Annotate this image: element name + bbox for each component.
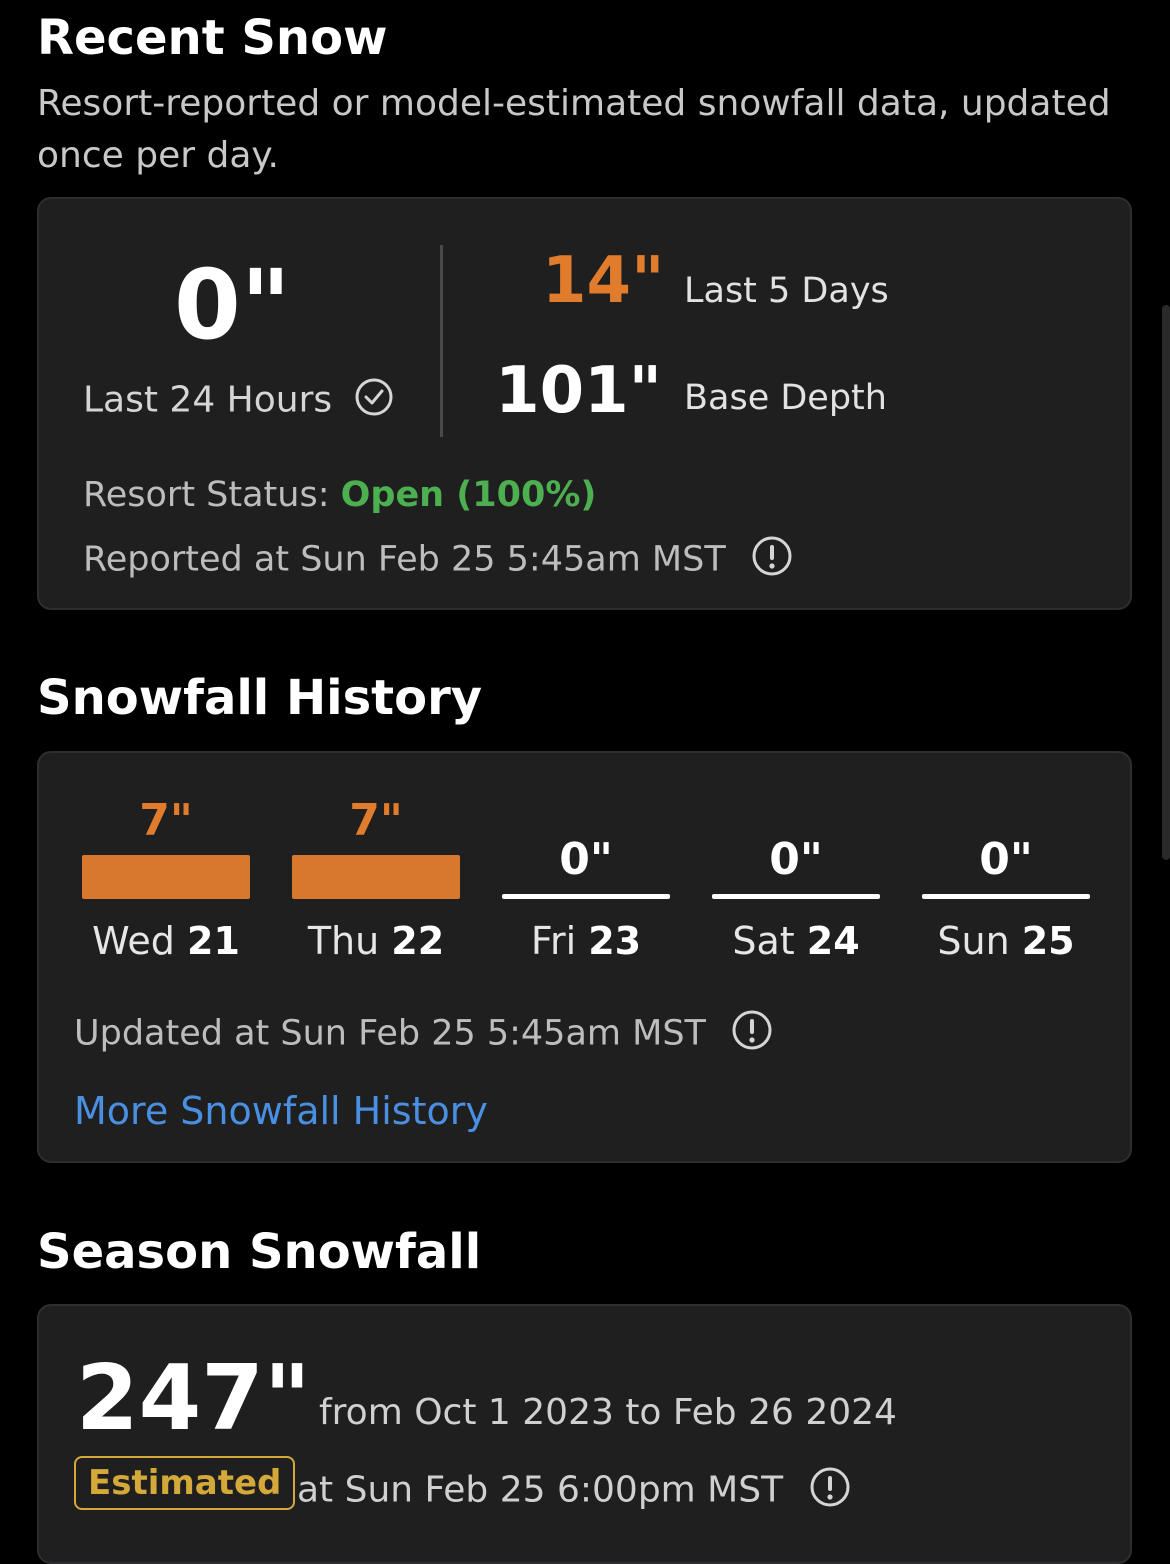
season-snowfall-value: 247" [76,1346,311,1451]
updated-row: Updated at Sun Feb 25 5:45am MST [74,1009,773,1060]
history-value: 7" [139,795,193,846]
reported-row: Reported at Sun Feb 25 5:45am MST [83,535,793,586]
estimated-badge: Estimated [74,1456,296,1510]
last-5-value: 14" [542,244,665,318]
recent-snow-subtitle: Resort-reported or model-estimated snowf… [37,83,1111,176]
history-day-date: 21 [187,919,240,963]
estimated-at-row: at Sun Feb 25 6:00pm MST [297,1466,851,1517]
season-snowfall-title: Season Snowfall [37,1224,482,1280]
recent-snow-title: Recent Snow [37,10,388,66]
snowfall-history-card: 7" Wed 21 7" Thu 22 0" Fri 23 0" Sat 24 0" Sun 25… [37,751,1132,1163]
history-value: 0" [769,834,823,885]
last-5-label: Last 5 Days [684,271,889,311]
history-day-label: Sun 25 [922,919,1090,963]
scrollbar[interactable] [1162,305,1170,860]
estimated-at-text: at Sun Feb 25 6:00pm MST [297,1469,784,1511]
history-day-name: Sun [937,919,1022,963]
history-day-date: 23 [588,919,642,963]
history-day-name: Fri [530,919,589,963]
stat-divider [440,245,443,437]
info-icon[interactable] [731,1009,773,1060]
history-value: 7" [349,795,403,846]
season-snowfall-card: 247" from Oct 1 2023 to Feb 26 2024 Esti… [37,1304,1132,1564]
history-day-label: Wed 21 [82,919,250,963]
history-bar [82,855,250,899]
history-day-date: 24 [806,919,860,963]
history-bar [292,855,460,899]
more-snowfall-history-link[interactable]: More Snowfall History [74,1089,488,1133]
history-day-label: Thu 22 [292,919,460,963]
history-day-date: 22 [391,919,445,963]
check-circle-icon[interactable] [354,377,394,426]
history-day-date: 25 [1021,919,1075,963]
reported-text: Reported at Sun Feb 25 5:45am MST [83,539,726,580]
history-day-name: Sat [732,919,807,963]
base-depth-value: 101" [495,354,662,428]
history-day-label: Fri 23 [502,919,670,963]
history-bar [502,894,670,899]
history-day-name: Thu [307,919,392,963]
history-value: 0" [559,834,613,885]
resort-status-row: Resort Status: Open (100%) [83,475,596,515]
base-depth-label: Base Depth [684,378,887,418]
resort-status-label: Resort Status: [83,475,330,515]
info-icon[interactable] [751,535,793,586]
last-24-label: Last 24 Hours [83,379,333,421]
last-24-label-row: Last 24 Hours [83,377,394,426]
estimated-badge-label: Estimated [88,1463,282,1503]
history-bar [712,894,880,899]
resort-status-value: Open (100%) [340,475,597,515]
last-24-value: 0" [174,249,291,361]
history-bar [922,894,1090,899]
updated-text: Updated at Sun Feb 25 5:45am MST [74,1013,706,1054]
history-day-label: Sat 24 [712,919,880,963]
recent-snow-card: 0" Last 24 Hours 14" Last 5 Days 101" Ba… [37,197,1132,610]
season-range-text: from Oct 1 2023 to Feb 26 2024 [319,1392,897,1433]
snowfall-history-title: Snowfall History [37,670,483,726]
history-day-name: Wed [92,919,188,963]
history-value: 0" [979,834,1033,885]
info-icon[interactable] [809,1466,851,1517]
